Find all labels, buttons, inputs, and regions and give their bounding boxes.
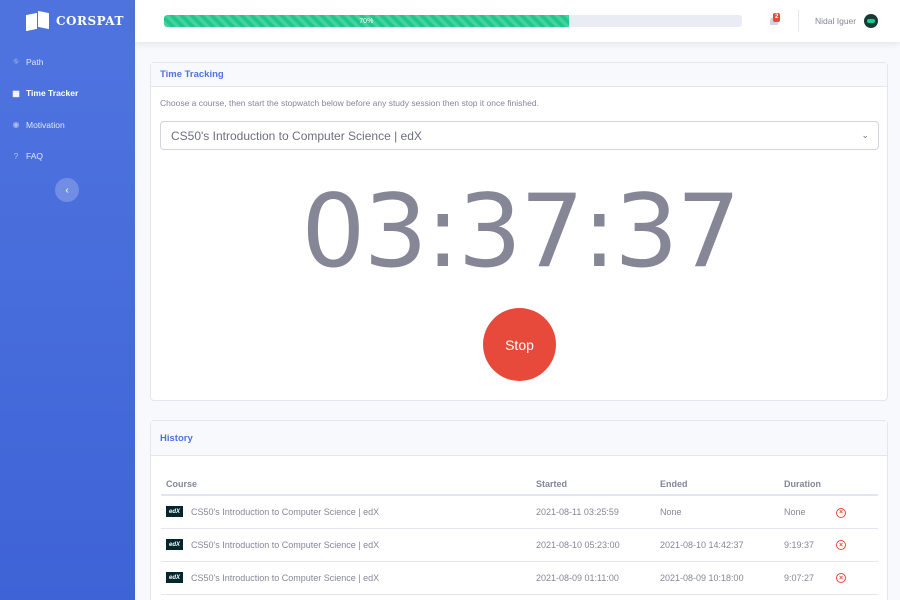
edx-logo-icon: edX — [166, 539, 183, 550]
question-icon: ? — [13, 151, 19, 161]
history-table: Course Started Ended Duration edX CS50's … — [161, 473, 878, 595]
sidebar-toggle-button[interactable]: ‹ — [55, 178, 79, 202]
course-cell: edX CS50's Introduction to Computer Scien… — [161, 495, 531, 529]
broadcast-icon: ◉ — [12, 120, 20, 130]
column-header-ended: Ended — [655, 473, 779, 496]
table-row: edX CS50's Introduction to Computer Scien… — [161, 495, 878, 529]
ended-cell: None — [655, 495, 779, 529]
sidebar-item-label: Motivation — [26, 119, 65, 130]
delete-icon[interactable]: × — [836, 573, 846, 584]
sidebar-item-label: Time Tracker — [26, 88, 79, 99]
course-name: CS50's Introduction to Computer Science … — [191, 539, 380, 550]
actions-cell: × — [831, 495, 878, 529]
course-cell: edX CS50's Introduction to Computer Scien… — [161, 561, 531, 595]
history-card: History Course Started Ended Duration ed… — [150, 420, 888, 600]
edx-logo-icon: edX — [166, 572, 183, 583]
topbar: 70% 2 Nidal Iguer — [135, 0, 900, 42]
stop-button[interactable]: Stop — [483, 308, 556, 381]
notification-badge: 2 — [773, 13, 781, 22]
route-icon: ⛗ — [12, 56, 20, 66]
sidebar-item-label: FAQ — [26, 151, 44, 162]
progress-label: 70% — [359, 17, 374, 25]
course-select-value: CS50's Introduction to Computer Science … — [171, 128, 422, 143]
started-cell: 2021-08-10 05:23:00 — [531, 528, 655, 562]
course-cell: edX CS50's Introduction to Computer Scien… — [161, 528, 531, 562]
column-header-started: Started — [531, 473, 655, 496]
sidebar-item-path[interactable]: ⛗ Path — [0, 46, 135, 78]
edx-logo-icon: edX — [166, 506, 183, 518]
progress-bar-fill: 70% — [164, 15, 569, 27]
column-header-duration: Duration — [779, 473, 831, 496]
started-cell: 2021-08-09 01:11:00 — [531, 561, 655, 595]
column-header-course: Course — [161, 473, 531, 496]
table-row: edX CS50's Introduction to Computer Scien… — [161, 528, 878, 562]
stopwatch-display: 03:37:37 — [301, 172, 741, 290]
card-title: Time Tracking — [151, 63, 887, 87]
table-row: edX CS50's Introduction to Computer Scien… — [161, 561, 878, 595]
sidebar-item-time-tracker[interactable]: ▦ Time Tracker — [0, 78, 135, 110]
brand[interactable]: CORSPAT — [0, 0, 135, 42]
instructions-text: Choose a course, then start the stopwatc… — [160, 98, 539, 108]
book-logo-icon — [26, 10, 50, 32]
column-header-actions — [831, 473, 878, 496]
card-title: History — [151, 421, 887, 456]
sidebar-item-motivation[interactable]: ◉ Motivation — [0, 109, 135, 141]
time-tracking-card: Time Tracking Choose a course, then star… — [150, 62, 888, 401]
table-icon: ▦ — [12, 88, 20, 98]
topbar-divider — [798, 10, 799, 32]
sidebar-nav: ⛗ Path ▦ Time Tracker ◉ Motivation ? FAQ — [0, 46, 135, 172]
delete-icon[interactable]: × — [836, 507, 846, 518]
chevron-down-icon: ⌄ — [861, 130, 869, 140]
actions-cell: × — [831, 528, 878, 562]
user-name[interactable]: Nidal Iguer — [815, 16, 856, 26]
table-header-row: Course Started Ended Duration — [161, 473, 878, 496]
course-name: CS50's Introduction to Computer Science … — [191, 506, 380, 517]
delete-icon[interactable]: × — [836, 540, 846, 551]
ended-cell: 2021-08-09 10:18:00 — [655, 561, 779, 595]
brand-name: CORSPAT — [56, 14, 124, 28]
actions-cell: × — [831, 561, 878, 595]
sidebar-item-label: Path — [26, 56, 44, 67]
course-progress: 70% — [164, 15, 742, 27]
course-name: CS50's Introduction to Computer Science … — [191, 572, 380, 583]
duration-cell: 9:19:37 — [779, 528, 831, 562]
sidebar-item-faq[interactable]: ? FAQ — [0, 141, 135, 173]
duration-cell: None — [779, 495, 831, 529]
stop-button-label: Stop — [505, 336, 534, 353]
started-cell: 2021-08-11 03:25:59 — [531, 495, 655, 529]
avatar[interactable] — [864, 14, 878, 28]
course-select[interactable]: CS50's Introduction to Computer Science … — [160, 121, 879, 150]
sidebar: CORSPAT ⛗ Path ▦ Time Tracker ◉ Motivati… — [0, 0, 135, 600]
chevron-left-icon: ‹ — [65, 184, 69, 196]
duration-cell: 9:07:27 — [779, 561, 831, 595]
ended-cell: 2021-08-10 14:42:37 — [655, 528, 779, 562]
